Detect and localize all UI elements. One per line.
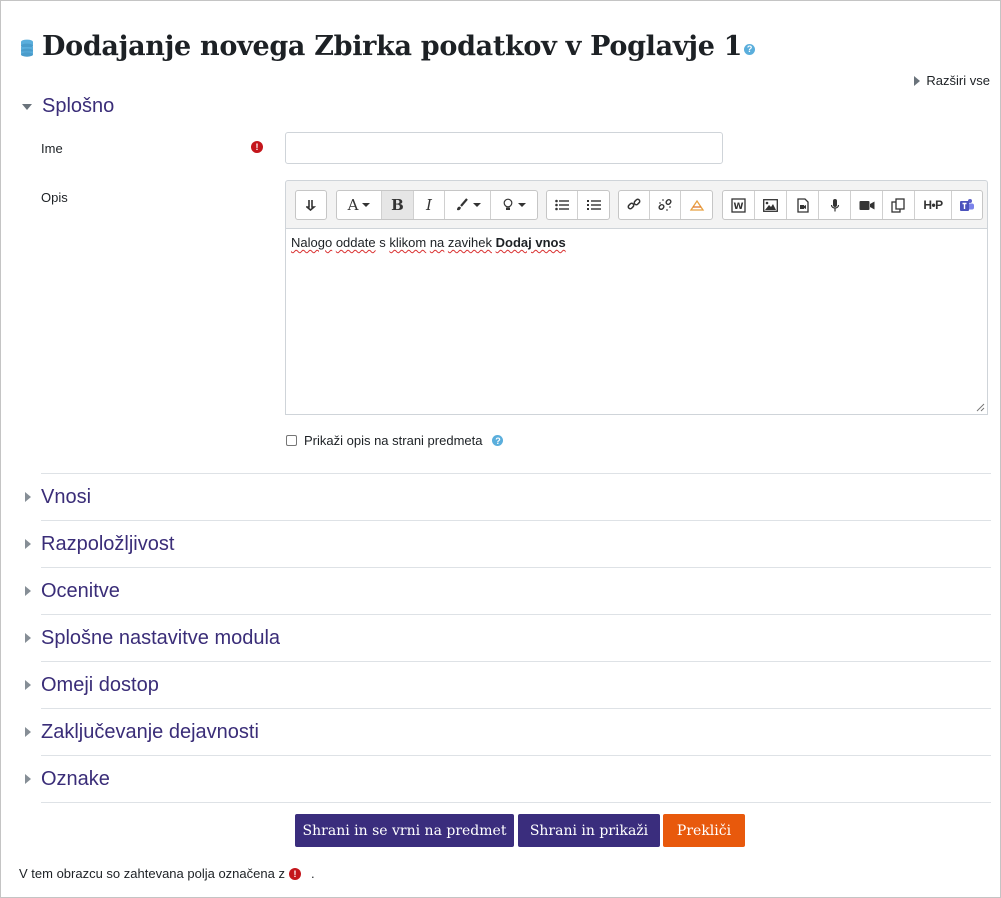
name-label: Ime <box>41 141 63 156</box>
resize-handle-icon[interactable] <box>976 403 985 412</box>
media-icon[interactable] <box>787 191 819 219</box>
required-note-period: . <box>310 866 315 881</box>
section-header-availability[interactable]: Razpoložljivost <box>25 520 991 567</box>
section-title: Omeji dostop <box>41 674 159 696</box>
manage-files-icon[interactable] <box>883 191 915 219</box>
link-icon[interactable] <box>619 191 650 219</box>
cancel-button[interactable]: Prekliči <box>663 814 745 847</box>
unlink-icon[interactable] <box>650 191 681 219</box>
video-camera-icon[interactable] <box>851 191 883 219</box>
section-title: Oznake <box>41 768 110 790</box>
page-header: Dodajanje novega Zbirka podatkov v Pogla… <box>20 24 756 68</box>
section-title: Ocenitve <box>41 580 120 602</box>
section-header-entries[interactable]: Vnosi <box>25 473 991 520</box>
section-header-common-module-settings[interactable]: Splošne nastavitve modula <box>25 614 991 661</box>
section-title: Vnosi <box>41 486 92 508</box>
show-more-buttons-icon[interactable] <box>296 191 326 219</box>
paint-brush-icon[interactable] <box>445 191 491 219</box>
expand-all-label: Razširi vse <box>926 73 990 88</box>
database-icon <box>21 39 33 57</box>
collapsed-sections: Vnosi Razpoložljivost Ocenitve Splošne n… <box>0 473 1001 803</box>
section-header-ratings[interactable]: Ocenitve <box>25 567 991 614</box>
divider <box>41 802 991 803</box>
caret-right-icon <box>25 539 31 549</box>
help-icon[interactable]: ? <box>492 435 504 446</box>
toolbar-group-links <box>618 190 713 220</box>
editor-text-word: s <box>379 235 386 250</box>
section-header-activity-completion[interactable]: Zaključevanje dejavnosti <box>25 708 991 755</box>
show-description-row: Prikaži opis na strani predmeta ? <box>286 433 504 448</box>
editor-text-word: klikom <box>389 235 427 250</box>
ordered-list-icon[interactable] <box>578 191 609 219</box>
show-description-checkbox[interactable] <box>286 435 297 446</box>
h5p-button[interactable]: H•P <box>915 191 952 219</box>
font-color-button[interactable]: A <box>337 191 382 219</box>
description-label: Opis <box>41 190 68 205</box>
save-and-display-button[interactable]: Shrani in prikaži <box>518 814 660 847</box>
editor-text-word: na <box>429 235 445 250</box>
caret-right-icon <box>25 774 31 784</box>
required-icon: ! <box>288 867 301 880</box>
word-import-icon[interactable]: W <box>723 191 755 219</box>
bold-button[interactable]: B <box>382 191 414 219</box>
name-input[interactable] <box>285 132 723 164</box>
required-note-text: V tem obrazcu so zahtevana polja označen… <box>19 866 285 881</box>
toolbar-group-collapse <box>295 190 327 220</box>
teams-meeting-icon[interactable] <box>952 191 982 219</box>
caret-right-icon <box>25 633 31 643</box>
svg-text:W: W <box>733 202 743 212</box>
caret-right-icon <box>25 586 31 596</box>
microphone-icon[interactable] <box>819 191 851 219</box>
caret-right-icon <box>914 75 921 86</box>
lightbulb-icon[interactable] <box>491 191 537 219</box>
section-title: Razpoložljivost <box>41 533 175 555</box>
caret-right-icon <box>25 727 31 737</box>
section-title-general: Splošno <box>42 95 115 117</box>
expand-all-link[interactable]: Razširi vse <box>914 73 990 88</box>
editor-text-word: zavihek <box>447 235 492 250</box>
toolbar-group-media: W H•P <box>722 190 983 220</box>
help-icon[interactable]: ? <box>744 43 756 55</box>
italic-button[interactable]: I <box>414 191 445 219</box>
description-editor: A B I W H•P Nalogo oddate s klikom na za… <box>285 180 988 415</box>
required-icon: ! <box>251 141 263 153</box>
required-fields-note: V tem obrazcu so zahtevana polja označen… <box>19 866 315 881</box>
show-description-label: Prikaži opis na strani predmeta <box>304 433 483 448</box>
image-icon[interactable] <box>755 191 787 219</box>
caret-down-icon <box>22 103 32 110</box>
section-header-general[interactable]: Splošno <box>22 95 114 118</box>
editor-text-word: Nalogo <box>291 235 333 250</box>
save-and-return-button[interactable]: Shrani in se vrni na predmet <box>295 814 514 847</box>
editor-toolbar: A B I W H•P <box>285 180 988 228</box>
editor-text-word: oddate <box>335 235 376 250</box>
editor-text-bold: Dodaj vnos <box>495 235 566 250</box>
editor-content[interactable]: Nalogo oddate s klikom na zavihek Dodaj … <box>285 228 988 415</box>
caret-right-icon <box>25 492 31 502</box>
section-title: Splošne nastavitve modula <box>41 627 281 649</box>
section-title: Zaključevanje dejavnosti <box>41 721 259 743</box>
unordered-list-icon[interactable] <box>547 191 578 219</box>
toolbar-group-style: A B I <box>336 190 538 220</box>
toolbar-group-lists <box>546 190 610 220</box>
caret-right-icon <box>25 680 31 690</box>
emoji-icon[interactable] <box>681 191 712 219</box>
section-header-restrict-access[interactable]: Omeji dostop <box>25 661 991 708</box>
section-header-tags[interactable]: Oznake <box>25 755 991 802</box>
page-title: Dodajanje novega Zbirka podatkov v Pogla… <box>42 30 743 62</box>
